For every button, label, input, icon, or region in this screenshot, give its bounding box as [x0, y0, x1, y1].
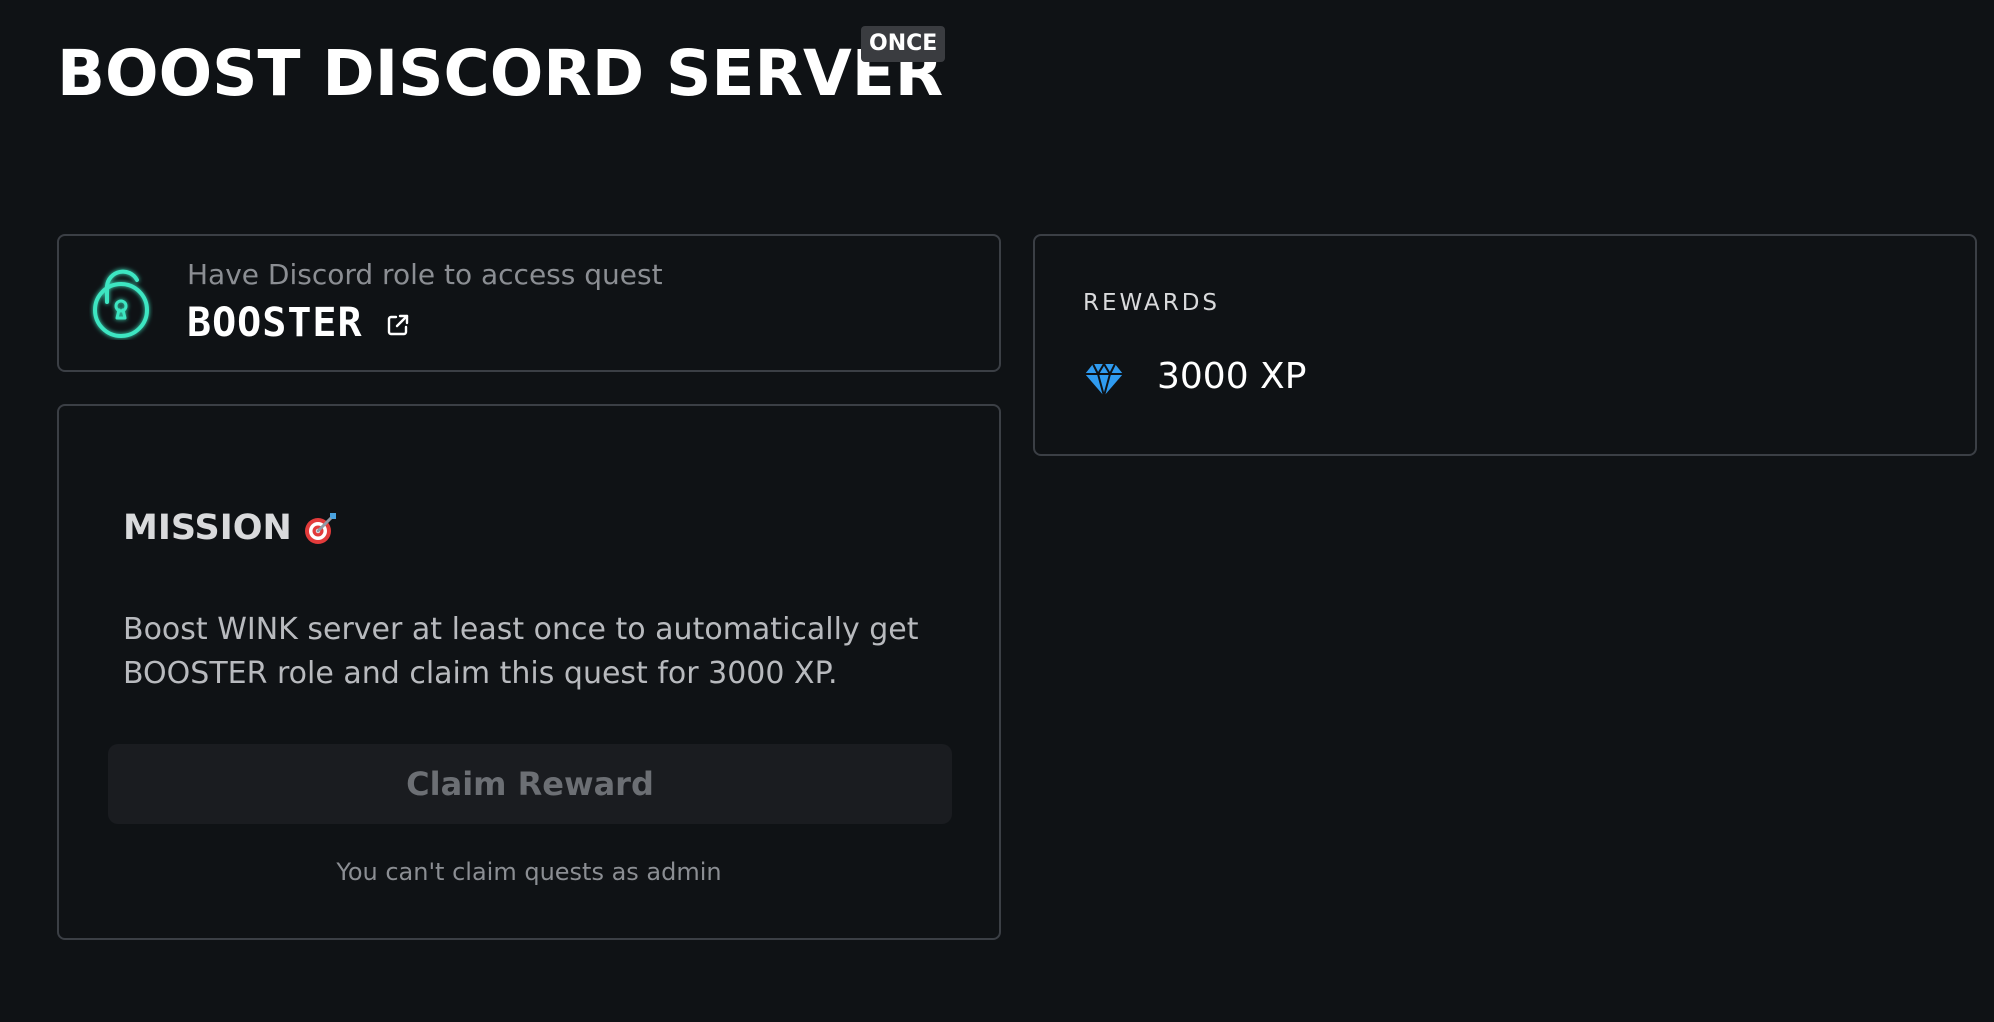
reward-value: 3000 XP	[1157, 356, 1307, 397]
unlocked-padlock-icon	[89, 264, 153, 340]
frequency-badge: ONCE	[861, 26, 946, 62]
external-link-icon[interactable]	[385, 312, 411, 338]
quest-page: BOOST DISCORD SERVER ONCE Have Discord r…	[0, 0, 1994, 1022]
dart-target-icon	[302, 509, 340, 547]
admin-claim-note: You can't claim quests as admin	[336, 858, 722, 886]
role-caption: Have Discord role to access quest	[187, 258, 663, 291]
claim-reward-button[interactable]: Claim Reward	[108, 744, 952, 824]
role-name: BOOSTER	[187, 300, 363, 346]
rewards-label: REWARDS	[1083, 290, 1221, 316]
mission-card: MISSION Boost WINK server at least once …	[57, 404, 1001, 940]
page-title: BOOST DISCORD SERVER	[57, 37, 944, 110]
mission-description: Boost WINK server at least once to autom…	[123, 612, 919, 691]
rewards-card: REWARDS 3000 XP	[1033, 234, 1977, 456]
mission-heading-text: MISSION	[123, 508, 292, 548]
role-requirement-card: Have Discord role to access quest BOOSTE…	[57, 234, 1001, 372]
diamond-icon	[1083, 358, 1125, 400]
mission-heading: MISSION	[123, 508, 340, 548]
